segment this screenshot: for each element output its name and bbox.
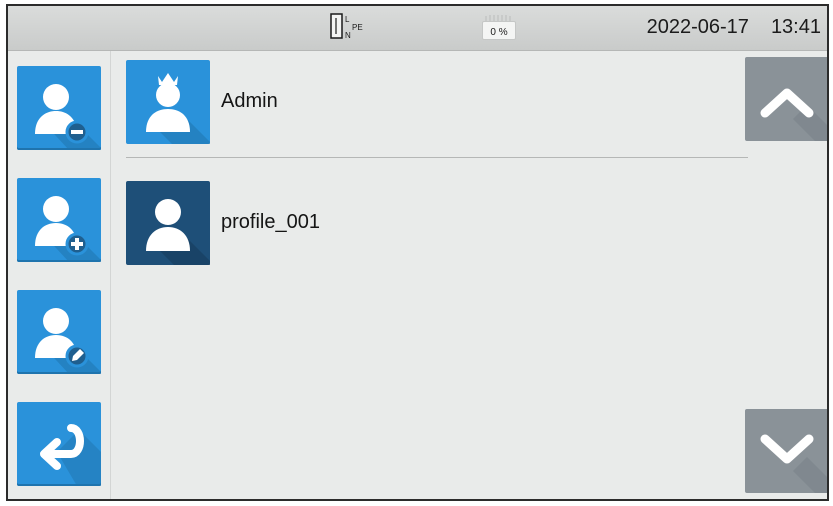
battery-percent: 0 % xyxy=(490,27,508,38)
status-bar: L N PE 0 % 2022-06-17 13:41 xyxy=(8,6,827,51)
user-plus-icon xyxy=(35,196,101,262)
chevron-up-icon xyxy=(760,88,827,141)
return-arrow-icon xyxy=(40,424,101,486)
sidebar xyxy=(8,51,111,499)
user-crown-icon xyxy=(146,73,210,144)
back-button[interactable] xyxy=(17,402,101,486)
time-display: 13:41 xyxy=(770,16,821,38)
profile-list: Admin profile_001 xyxy=(111,51,751,499)
edit-profile-button[interactable] xyxy=(17,290,101,374)
conn-n-label: N xyxy=(345,31,351,40)
user-icon xyxy=(146,199,210,265)
add-profile-button[interactable] xyxy=(17,178,101,262)
connection-indicator-icon: L N PE xyxy=(329,12,377,42)
chevron-down-icon xyxy=(760,434,827,493)
scroll-up-button[interactable] xyxy=(745,57,827,141)
profile-name-profile-001: profile_001 xyxy=(221,211,320,233)
profile-name-admin: Admin xyxy=(221,90,278,112)
conn-l-label: L xyxy=(345,15,350,24)
profile-tile-admin xyxy=(126,60,210,144)
scroll-down-button[interactable] xyxy=(745,409,827,493)
user-minus-icon xyxy=(35,84,101,150)
conn-pe-label: PE xyxy=(352,23,363,32)
profile-tile-profile-001 xyxy=(126,181,210,265)
profile-row-admin[interactable]: Admin xyxy=(111,60,751,144)
remove-profile-button[interactable] xyxy=(17,66,101,150)
date-time: 2022-06-17 13:41 xyxy=(647,16,821,39)
battery-indicator: 0 % xyxy=(478,14,524,44)
user-edit-icon xyxy=(35,308,101,374)
screen: L N PE 0 % 2022-06-17 13:41 Admin profil… xyxy=(6,4,829,501)
profile-row-profile-001[interactable]: profile_001 xyxy=(111,181,751,265)
list-divider xyxy=(126,157,748,158)
date-display: 2022-06-17 xyxy=(646,16,749,38)
